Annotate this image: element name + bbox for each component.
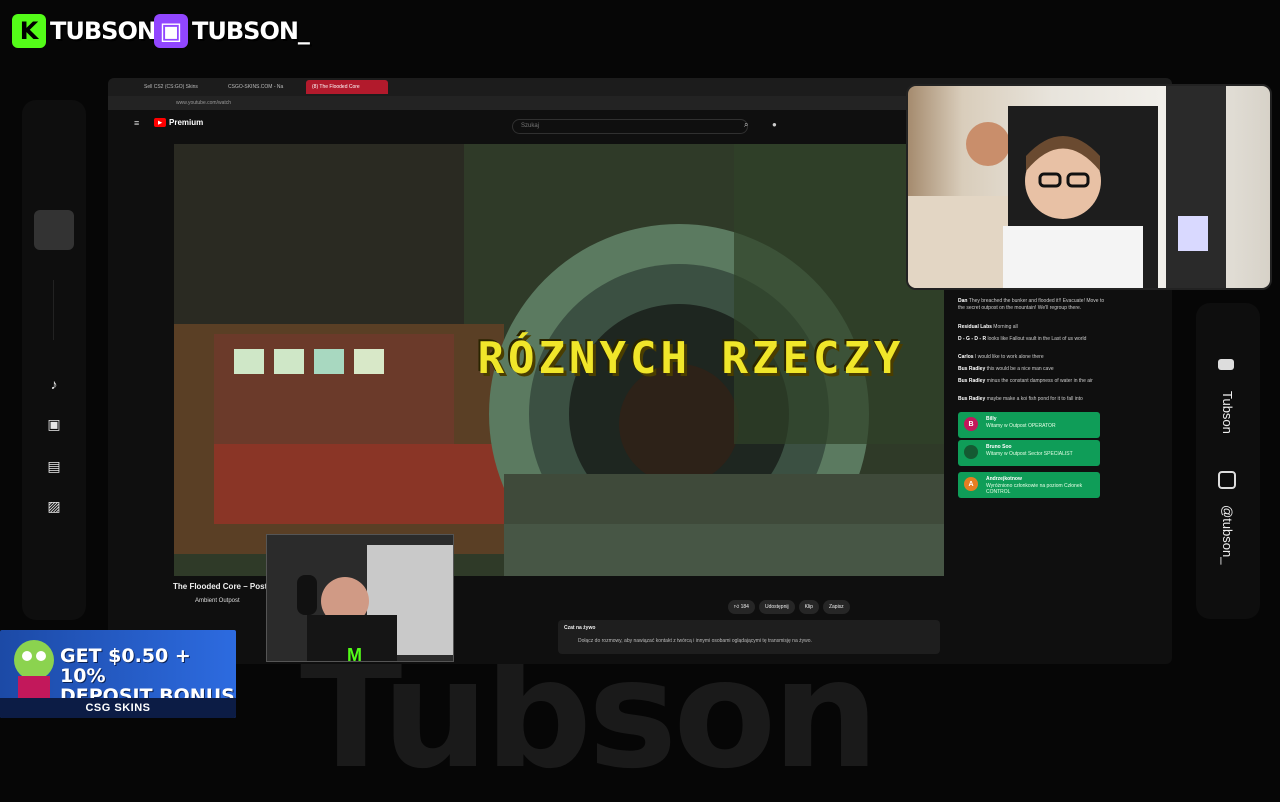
image-icon[interactable]: ▨ [42,494,66,518]
avatar[interactable] [34,210,74,250]
membership-gift: B Billy Witamy w Outpost OPERATOR [958,412,1100,438]
gift-user: Bruno Soo [986,444,1012,450]
video-actions: 👍︎ 184 Udostępnij Klip Zapisz [728,600,850,614]
chat-message: Bus Radley this would be a nice man cave [958,366,1054,372]
instagram-icon[interactable] [1218,471,1236,489]
twitch-badge: ▣ TUBSON_ [154,12,310,50]
save-button[interactable]: Zapisz [822,600,850,614]
youtube-icon[interactable] [1218,359,1234,370]
film-icon[interactable]: ▤ [42,454,66,478]
avatar [964,445,978,459]
search-input[interactable]: Szukaj [512,119,748,134]
share-button[interactable]: Udostępnij [758,600,795,614]
clip-button[interactable]: Klip [798,600,819,614]
twitch-icon: ▣ [154,14,188,48]
search-icon[interactable]: ⌕ [744,120,748,130]
streamer-webcam [906,84,1272,290]
tab-sell-skins[interactable]: Sell CS2 (CS:GO) Skins [138,80,220,94]
gift-user: Billy [986,416,997,422]
youtube-handle: Tubson [1220,391,1235,434]
ad-headline: GET $0.50 + 10% DEPOSIT BONUS [60,646,236,706]
gift-user: Andrzejkotnow [986,476,1022,482]
membership-gift: Bruno Soo Witamy w Outpost Sector SPECIA… [958,440,1100,466]
webcam-scene [908,86,1226,288]
ad-brand: CSG SKINS [0,698,236,718]
chat-message: Bus Radley minus the constant dampness o… [958,378,1093,384]
membership-gift: A Andrzejkotnow Wyróżniono członkowie na… [958,472,1100,498]
secondary-webcam: M [266,534,454,662]
kick-logo-icon: M [347,645,362,662]
youtube-play-icon: ▶ [154,118,166,127]
chat-title: Czat na żywo [564,625,596,631]
social-sidebar: Tubson @tubson_ [1196,303,1260,619]
gift-text: Wyróżniono członkowie na poziom Członek … [986,483,1083,495]
twitch-name: TUBSON_ [192,17,310,45]
kick-name: TUBSON [50,17,157,45]
mascot-image [14,640,54,698]
tab-flooded-core[interactable]: (8) The Flooded Core [306,80,388,94]
kick-icon: K [12,14,46,48]
menu-icon[interactable]: ≡ [134,118,139,128]
video-title: The Flooded Core – Post [173,582,268,591]
chat-message: D - G - D - R looks like Fallout vault i… [958,336,1087,342]
kick-badge: K TUBSON [12,12,157,50]
video-caption: RÓZNYCH RZECZY [477,333,905,384]
left-sidebar: ♪ ▣ ▤ ▨ [22,100,86,620]
divider [53,280,54,340]
youtube-logo[interactable]: ▶ Premium [154,118,203,127]
music-icon[interactable]: ♪ [42,372,66,396]
channel-name[interactable]: Ambient Outpost [195,598,240,604]
chat-prompt: Dołącz do rozmowy, aby nawiązać kontakt … [578,638,812,644]
sponsor-ad[interactable]: GET $0.50 + 10% DEPOSIT BONUS CSG SKINS [0,630,236,718]
avatar: B [964,417,978,431]
gift-text: Witamy w Outpost OPERATOR [986,423,1056,429]
chat-message: Residual Labs Morning all [958,324,1018,330]
like-icon: 👍︎ [734,604,741,610]
instagram-handle: @tubson_ [1220,505,1235,565]
chat-message: Bus Radley maybe make a koi fish pond fo… [958,396,1083,402]
secondary-webcam-scene [267,535,453,661]
youtube-logo-text: Premium [169,118,204,127]
chat-message: Carlos I would like to work alone there [958,354,1044,360]
url-text: www.youtube.com/watch [176,100,232,106]
video-icon[interactable]: ▣ [42,412,66,436]
like-button[interactable]: 👍︎ 184 [728,600,755,614]
ad-headline-line1: GET $0.50 + 10% [60,645,191,687]
live-chat-preview[interactable]: Czat na żywo Dołącz do rozmowy, aby nawi… [558,620,940,654]
gift-text: Witamy w Outpost Sector SPECIALIST [986,451,1073,457]
avatar: A [964,477,978,491]
chat-message: Dan They breached the bunker and flooded… [958,298,1105,311]
like-count: 184 [740,604,749,610]
tab-csgo-skins[interactable]: CSGO-SKINS.COM - Na [222,80,304,94]
mic-icon[interactable]: ● [772,120,777,129]
